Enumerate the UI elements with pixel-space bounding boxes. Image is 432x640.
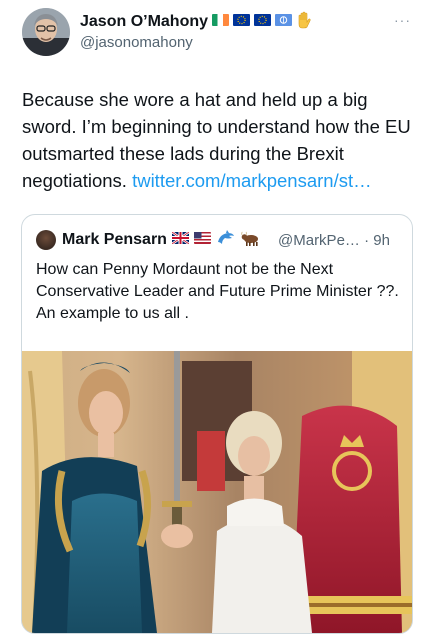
quoted-tweet-photo[interactable] bbox=[22, 351, 412, 633]
ox-icon bbox=[241, 230, 261, 246]
author-avatar[interactable] bbox=[22, 8, 70, 56]
quoted-text-closing: An example to us all . bbox=[36, 305, 189, 322]
raised-hand-icon bbox=[296, 11, 312, 29]
flag-uk-icon bbox=[172, 232, 189, 244]
quoted-author-avatar[interactable] bbox=[36, 230, 56, 250]
flag-ireland-icon bbox=[212, 14, 229, 26]
tweet-text: Because she wore a hat and held up a big… bbox=[22, 86, 416, 194]
more-options-button[interactable]: ··· bbox=[394, 12, 411, 28]
meta-separator: · bbox=[364, 232, 370, 249]
quoted-author-handle: @MarkPe… bbox=[278, 232, 360, 249]
tweet-link[interactable]: twitter.com/markpensarn/st… bbox=[132, 170, 372, 191]
quoted-tweet-text: How can Penny Mordaunt not be the Next C… bbox=[36, 259, 402, 325]
flag-eu-icon bbox=[233, 14, 250, 26]
dolphin-icon bbox=[216, 230, 236, 246]
flag-us-icon bbox=[194, 232, 211, 244]
flag-eu-icon bbox=[254, 14, 271, 26]
author-name-emojis bbox=[212, 11, 312, 29]
quoted-name-emojis bbox=[172, 230, 261, 246]
quoted-timestamp[interactable]: 9h bbox=[373, 232, 390, 249]
quoted-handle-meta[interactable]: @MarkPe… · 9h bbox=[278, 232, 390, 249]
author-handle[interactable]: @jasonomahony bbox=[80, 34, 193, 51]
flag-un-icon bbox=[275, 14, 292, 26]
quoted-author-name[interactable]: Mark Pensarn bbox=[62, 231, 167, 249]
quoted-text-main: How can Penny Mordaunt not be the Next C… bbox=[36, 261, 399, 300]
author-name[interactable]: Jason O’Mahony bbox=[80, 13, 208, 31]
quoted-tweet[interactable]: Mark Pensarn @MarkPe… · 9h How can Penny… bbox=[21, 214, 413, 634]
